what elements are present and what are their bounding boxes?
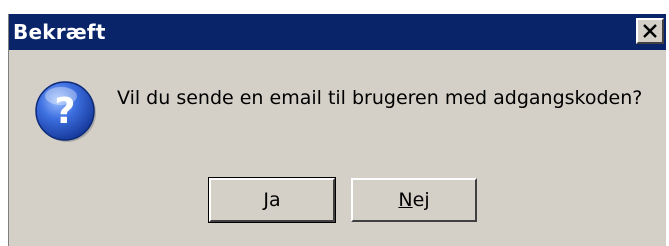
- question-icon: ?: [35, 81, 96, 142]
- title-bar[interactable]: Bekræft: [9, 14, 666, 50]
- confirm-dialog: Bekræft ? Vil du sende en email til brug…: [8, 14, 666, 246]
- yes-button-label-rest: a: [268, 189, 281, 211]
- close-button[interactable]: [636, 18, 664, 44]
- no-button-mnemonic: N: [398, 189, 413, 211]
- no-button[interactable]: Nej: [351, 178, 477, 222]
- svg-text:?: ?: [55, 91, 76, 132]
- dialog-title: Bekræft: [13, 20, 106, 44]
- close-icon: [643, 24, 657, 38]
- no-button-label-rest: ej: [412, 189, 430, 211]
- dialog-message: Vil du sende en email til brugeren med a…: [117, 87, 643, 109]
- yes-button[interactable]: Ja: [208, 177, 336, 223]
